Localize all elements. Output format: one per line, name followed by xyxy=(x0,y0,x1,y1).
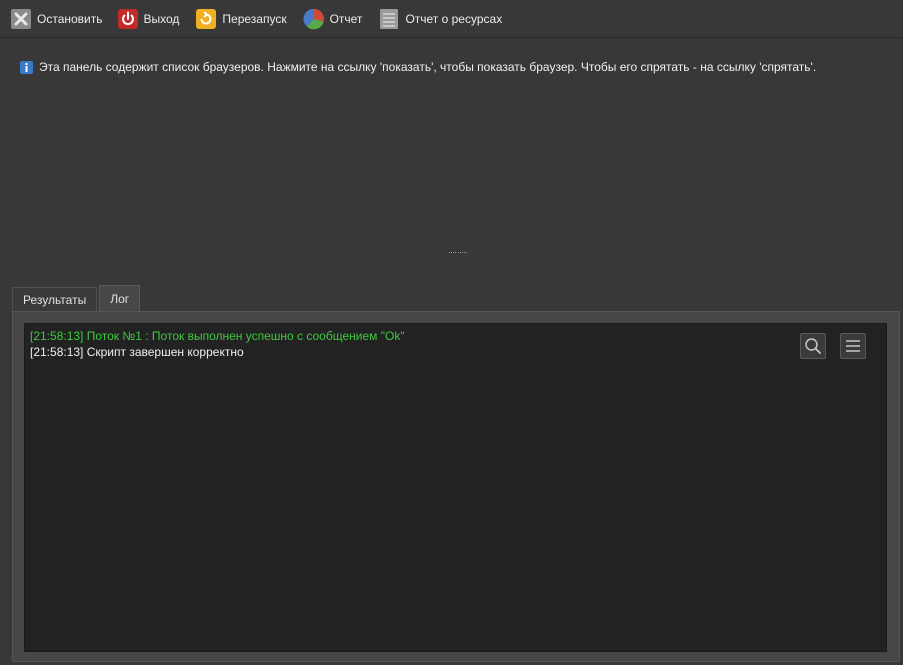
bottom-tabs: Результаты Лог xyxy=(12,285,142,312)
log-output[interactable]: [21:58:13] Поток №1 : Поток выполнен усп… xyxy=(24,323,887,652)
resource-report-button[interactable]: Отчет о ресурсах xyxy=(378,4,502,34)
exit-button[interactable]: Выход xyxy=(117,4,180,34)
report-button[interactable]: Отчет xyxy=(303,4,363,34)
pie-chart-icon xyxy=(303,8,325,30)
report-button-label: Отчет xyxy=(329,11,363,26)
log-search-button[interactable] xyxy=(800,333,826,359)
browsers-info: Эта панель содержит список браузеров. На… xyxy=(20,60,816,74)
info-icon xyxy=(20,60,33,74)
stop-button[interactable]: Остановить xyxy=(10,4,103,34)
stop-button-label: Остановить xyxy=(37,11,103,26)
toolbar: Остановить Выход Перезапуск Отчет Отчет … xyxy=(0,0,903,38)
resource-report-button-label: Отчет о ресурсах xyxy=(405,11,503,26)
search-icon xyxy=(804,337,822,355)
log-menu-button[interactable] xyxy=(840,333,866,359)
tab-results-label: Результаты xyxy=(23,293,87,307)
document-list-icon xyxy=(378,8,400,30)
restart-button-label: Перезапуск xyxy=(222,11,287,26)
stop-x-icon xyxy=(10,8,32,30)
browsers-info-text: Эта панель содержит список браузеров. На… xyxy=(39,60,817,74)
log-line: [21:58:13] Поток №1 : Поток выполнен усп… xyxy=(30,329,405,343)
panel-splitter[interactable] xyxy=(449,252,467,255)
log-line: [21:58:13] Скрипт завершен корректно xyxy=(30,345,244,359)
power-icon xyxy=(117,8,139,30)
log-tab-panel: [21:58:13] Поток №1 : Поток выполнен усп… xyxy=(12,311,900,662)
tab-log-label: Лог xyxy=(110,292,130,306)
tab-log[interactable]: Лог xyxy=(99,285,141,312)
restart-icon xyxy=(195,8,217,30)
exit-button-label: Выход xyxy=(143,11,180,26)
menu-icon xyxy=(845,339,861,353)
browsers-panel: Эта панель содержит список браузеров. На… xyxy=(0,38,903,278)
tab-results[interactable]: Результаты xyxy=(12,287,98,312)
restart-button[interactable]: Перезапуск xyxy=(195,4,287,34)
